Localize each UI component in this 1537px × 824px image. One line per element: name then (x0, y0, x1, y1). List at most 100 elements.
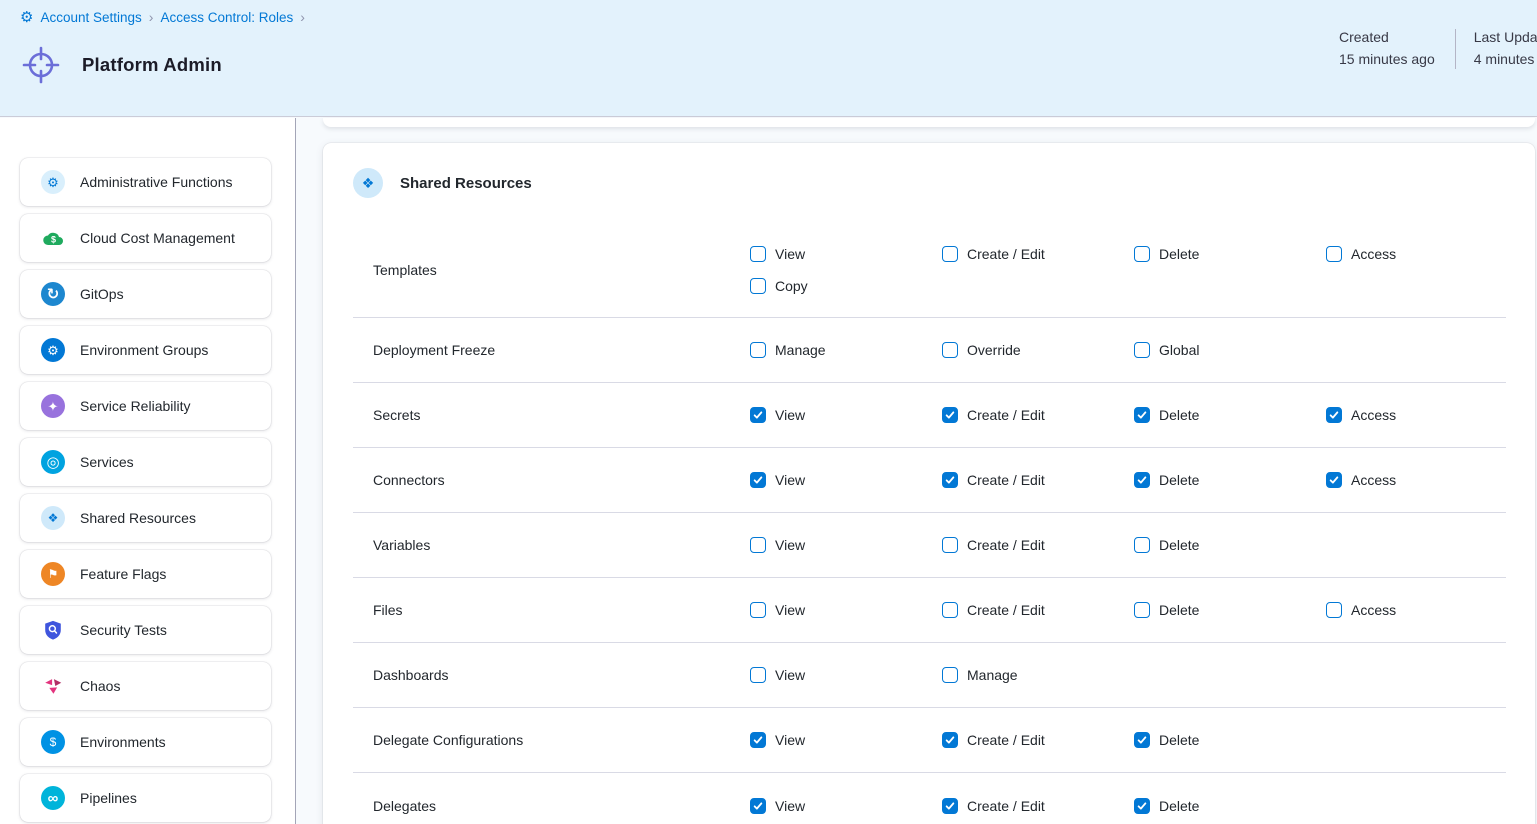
checkbox-icon[interactable] (942, 798, 958, 814)
permission-view[interactable]: View (750, 667, 942, 683)
permission-access[interactable]: Access (1326, 407, 1506, 423)
permission-label: Create / Edit (967, 472, 1045, 488)
permission-override[interactable]: Override (942, 342, 1134, 358)
sidebar-item-gitops[interactable]: ↻ GitOps (20, 270, 271, 318)
permission-view[interactable]: View (750, 472, 942, 488)
checkbox-icon[interactable] (942, 667, 958, 683)
permission-view[interactable]: View (750, 246, 942, 262)
permission-create-edit[interactable]: Create / Edit (942, 246, 1134, 262)
table-row: Templates View Create / Edit Delete (353, 223, 1506, 318)
checkbox-icon[interactable] (942, 732, 958, 748)
sidebar-item-shared-resources[interactable]: ❖ Shared Resources (20, 494, 271, 542)
breadcrumb-account-settings[interactable]: Account Settings (40, 10, 141, 25)
permission-view[interactable]: View (750, 602, 942, 618)
permission-lines: View Create / Edit Delete Access (750, 238, 1506, 302)
table-row: Connectors View Create / Edit Delete Acc… (353, 448, 1506, 513)
permission-create-edit[interactable]: Create / Edit (942, 602, 1134, 618)
sidebar-item-administrative-functions[interactable]: ⚙ Administrative Functions (20, 158, 271, 206)
checkbox-icon[interactable] (1134, 407, 1150, 423)
checkbox-icon[interactable] (750, 472, 766, 488)
sidebar-item-pipelines[interactable]: ∞ Pipelines (20, 774, 271, 822)
permission-access[interactable]: Access (1326, 246, 1506, 262)
permission-create-edit[interactable]: Create / Edit (942, 732, 1134, 748)
checkbox-icon[interactable] (750, 537, 766, 553)
checkbox-icon[interactable] (1134, 732, 1150, 748)
checkbox-icon[interactable] (750, 407, 766, 423)
permission-create-edit[interactable]: Create / Edit (942, 537, 1134, 553)
permission-label: Override (967, 342, 1021, 358)
checkbox-icon[interactable] (750, 798, 766, 814)
checkbox-icon[interactable] (942, 342, 958, 358)
permission-delete[interactable]: Delete (1134, 602, 1326, 618)
permission-delete[interactable]: Delete (1134, 246, 1326, 262)
permission-delete[interactable]: Delete (1134, 798, 1326, 814)
permission-create-edit[interactable]: Create / Edit (942, 798, 1134, 814)
sidebar-item-label: Service Reliability (80, 398, 190, 414)
permission-access[interactable]: Access (1326, 602, 1506, 618)
permission-label: Delete (1159, 602, 1199, 618)
checkbox-icon[interactable] (942, 407, 958, 423)
checkbox-icon[interactable] (750, 732, 766, 748)
flag-icon: ⚑ (41, 562, 65, 586)
permission-delete[interactable]: Delete (1134, 472, 1326, 488)
page-title: Platform Admin (82, 54, 222, 76)
checkbox-icon[interactable] (1326, 472, 1342, 488)
permission-manage[interactable]: Manage (750, 342, 942, 358)
checkbox-icon[interactable] (942, 246, 958, 262)
permission-label: View (775, 407, 805, 423)
sidebar-item-label: Shared Resources (80, 510, 196, 526)
permission-view[interactable]: View (750, 732, 942, 748)
breadcrumb-access-control-roles[interactable]: Access Control: Roles (160, 10, 293, 25)
sidebar-item-cloud-cost-management[interactable]: $ Cloud Cost Management (20, 214, 271, 262)
permission-access[interactable]: Access (1326, 472, 1506, 488)
checkbox-icon[interactable] (750, 667, 766, 683)
permission-global[interactable]: Global (1134, 342, 1326, 358)
sidebar-item-security-tests[interactable]: Security Tests (20, 606, 271, 654)
permission-delete[interactable]: Delete (1134, 732, 1326, 748)
permission-label: View (775, 798, 805, 814)
sidebar-item-label: Security Tests (80, 622, 167, 638)
table-row: Deployment Freeze Manage Override Global (353, 318, 1506, 383)
permission-create-edit[interactable]: Create / Edit (942, 407, 1134, 423)
section-header: ❖ Shared Resources (353, 143, 1506, 223)
checkbox-icon[interactable] (1326, 407, 1342, 423)
checkbox-icon[interactable] (1326, 602, 1342, 618)
checkbox-icon[interactable] (750, 342, 766, 358)
sidebar-item-feature-flags[interactable]: ⚑ Feature Flags (20, 550, 271, 598)
checkbox-icon[interactable] (750, 246, 766, 262)
services-swirl-icon: ◎ (41, 450, 65, 474)
sidebar-item-services[interactable]: ◎ Services (20, 438, 271, 486)
chevron-right-icon: › (149, 9, 154, 25)
checkbox-icon[interactable] (1134, 537, 1150, 553)
permission-line: Copy (750, 270, 1506, 302)
table-row: Variables View Create / Edit Delete (353, 513, 1506, 578)
permission-label: Create / Edit (967, 246, 1045, 262)
sidebar-item-environment-groups[interactable]: ⚙ Environment Groups (20, 326, 271, 374)
checkbox-icon[interactable] (942, 602, 958, 618)
permission-delete[interactable]: Delete (1134, 537, 1326, 553)
sidebar-item-environments[interactable]: $ Environments (20, 718, 271, 766)
checkbox-icon[interactable] (1134, 472, 1150, 488)
permission-view[interactable]: View (750, 537, 942, 553)
checkbox-icon[interactable] (1134, 602, 1150, 618)
permission-copy[interactable]: Copy (750, 278, 942, 294)
checkbox-icon[interactable] (750, 602, 766, 618)
checkbox-icon[interactable] (750, 278, 766, 294)
permission-delete[interactable]: Delete (1134, 407, 1326, 423)
pipeline-icon: ∞ (41, 786, 65, 810)
checkbox-icon[interactable] (1134, 246, 1150, 262)
checkbox-icon[interactable] (1134, 342, 1150, 358)
checkbox-icon[interactable] (1326, 246, 1342, 262)
permission-view[interactable]: View (750, 798, 942, 814)
sidebar-item-chaos[interactable]: Chaos (20, 662, 271, 710)
checkbox-icon[interactable] (1134, 798, 1150, 814)
permission-label: View (775, 667, 805, 683)
checkbox-icon[interactable] (942, 472, 958, 488)
breadcrumb: ⚙ Account Settings › Access Control: Rol… (20, 9, 305, 25)
permission-create-edit[interactable]: Create / Edit (942, 472, 1134, 488)
sidebar-item-service-reliability[interactable]: ✦ Service Reliability (20, 382, 271, 430)
permission-view[interactable]: View (750, 407, 942, 423)
checkbox-icon[interactable] (942, 537, 958, 553)
permission-label: View (775, 246, 805, 262)
permission-manage[interactable]: Manage (942, 667, 1134, 683)
